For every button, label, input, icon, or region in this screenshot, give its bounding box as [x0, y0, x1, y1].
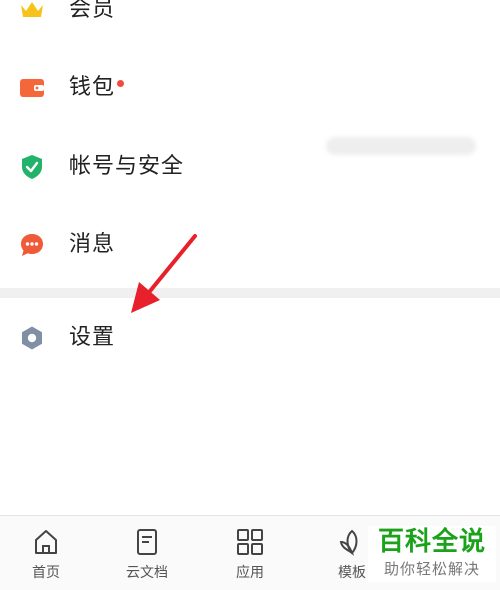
- watermark-logo: 百科全说 助你轻松解决: [368, 526, 496, 582]
- tab-home[interactable]: 首页: [0, 516, 96, 590]
- annotation-arrow: [131, 234, 197, 313]
- tab-apps[interactable]: 应用: [200, 516, 300, 590]
- leaf-icon: [338, 528, 366, 556]
- document-icon: [133, 528, 161, 556]
- watermark-title: 百科全说: [377, 527, 486, 557]
- tab-label: 云文档: [126, 565, 168, 581]
- watermark-subtitle: 助你轻松解决: [383, 560, 480, 578]
- tab-cloud-docs[interactable]: 云文档: [97, 516, 197, 590]
- tab-label: 首页: [32, 565, 60, 581]
- tab-label: 应用: [236, 565, 264, 581]
- grid-apps-icon: [236, 528, 264, 556]
- home-icon: [32, 528, 60, 556]
